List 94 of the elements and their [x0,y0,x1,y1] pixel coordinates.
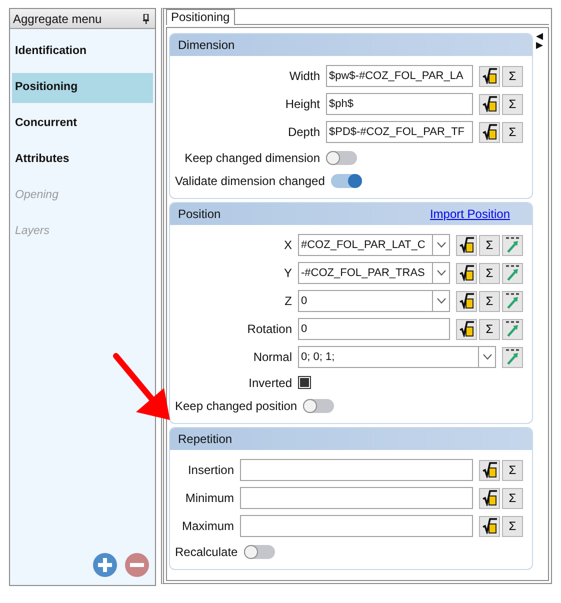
axis-arrow-icon [504,293,520,309]
axis-arrow-icon [504,321,520,337]
square-root-icon [482,68,498,84]
input-field[interactable]: -#COZ_FOL_PAR_TRAS [298,262,433,284]
input-field[interactable] [240,487,473,509]
section-header: Repetition [178,431,232,448]
field-label: Keep changed position [175,398,298,414]
input-field[interactable]: $PD$-#COZ_FOL_PAR_TF [326,121,473,143]
field-label: Inverted [248,374,292,392]
dropdown-button[interactable] [433,262,450,284]
sum-button[interactable]: Σ [502,122,523,142]
sum-button[interactable]: Σ [502,460,523,480]
input-field[interactable]: $pw$-#COZ_FOL_PAR_LA [326,65,473,87]
sum-button[interactable]: Σ [479,318,500,340]
field-label: Recalculate [175,544,238,560]
coordinates-button[interactable] [502,346,523,368]
checkbox[interactable] [298,376,311,389]
field-label: Z [284,293,292,310]
input-field[interactable]: 0; 0; 1; [298,346,479,368]
field-label: Validate dimension changed [175,172,325,190]
chevron-down-icon [482,354,492,360]
square-root-icon [482,96,498,112]
formula-button[interactable] [456,262,477,284]
sidebar-item[interactable]: Positioning [12,73,153,103]
formula-button[interactable] [456,234,477,256]
sidebar-item[interactable]: Identification [12,37,153,67]
input-field[interactable]: 0 [298,318,450,340]
dropdown-button[interactable] [433,290,450,312]
formula-button[interactable] [479,488,500,508]
input-field[interactable]: $ph$ [326,93,473,115]
import-link[interactable]: Import Position [430,205,510,223]
axis-arrow-icon [504,237,520,253]
field-label: Keep changed dimension [184,150,320,166]
square-root-icon [482,490,498,506]
sum-button[interactable]: Σ [479,234,500,256]
input-field[interactable] [240,515,473,537]
formula-button[interactable] [479,516,500,536]
square-root-icon [458,321,474,337]
sidebar-item[interactable]: Concurrent [12,109,153,139]
sum-button[interactable]: Σ [479,262,500,284]
pin-icon[interactable] [143,14,149,24]
input-field[interactable]: 0 [298,290,433,312]
toggle-switch[interactable] [303,398,334,412]
input-field[interactable]: #COZ_FOL_PAR_LAT_C [298,234,433,256]
dropdown-button[interactable] [433,234,450,256]
coordinates-button[interactable] [502,262,523,284]
formula-button[interactable] [479,122,500,142]
square-root-icon [458,237,474,253]
remove-icon[interactable] [125,553,149,577]
panel-title: Aggregate menu [13,10,102,28]
axis-arrow-icon [504,265,520,281]
field-label: Normal [252,349,292,366]
field-label: Height [284,96,320,113]
toggle-switch[interactable] [244,544,275,558]
chevron-down-icon [436,298,446,304]
field-label: Depth [286,124,320,141]
tab[interactable]: Positioning [166,9,235,25]
chevron-down-icon [436,270,446,276]
coordinates-button[interactable] [502,318,523,340]
square-root-icon [482,462,498,478]
square-root-icon [458,293,474,309]
sum-button[interactable]: Σ [502,516,523,536]
add-icon[interactable] [93,553,117,577]
sum-button[interactable]: Σ [502,66,523,86]
axis-arrow-icon [504,349,520,365]
square-root-icon [482,518,498,534]
toggle-switch[interactable] [330,174,362,188]
field-label: Width [288,68,320,85]
field-label: Y [282,265,292,282]
field-label: Rotation [246,321,292,338]
formula-button[interactable] [479,66,500,86]
field-label: Insertion [186,462,234,479]
toggle-switch[interactable] [326,150,357,164]
scroll-arrows-icon[interactable] [535,33,544,49]
sum-button[interactable]: Σ [479,290,500,312]
field-label: Minimum [184,490,234,507]
coordinates-button[interactable] [502,290,523,312]
formula-button[interactable] [479,94,500,114]
formula-button[interactable] [479,460,500,480]
sum-button[interactable]: Σ [502,94,523,114]
sum-button[interactable]: Σ [502,488,523,508]
formula-button[interactable] [456,318,477,340]
field-label: X [282,237,292,254]
input-field[interactable] [240,459,473,481]
section-header: Position [178,206,221,223]
square-root-icon [482,124,498,140]
coordinates-button[interactable] [502,234,523,256]
dropdown-button[interactable] [479,346,496,368]
field-label: Maximum [180,518,234,535]
sidebar-item[interactable]: Attributes [12,145,153,175]
chevron-down-icon [436,242,446,248]
formula-button[interactable] [456,290,477,312]
square-root-icon [458,265,474,281]
section-header: Dimension [178,37,235,54]
